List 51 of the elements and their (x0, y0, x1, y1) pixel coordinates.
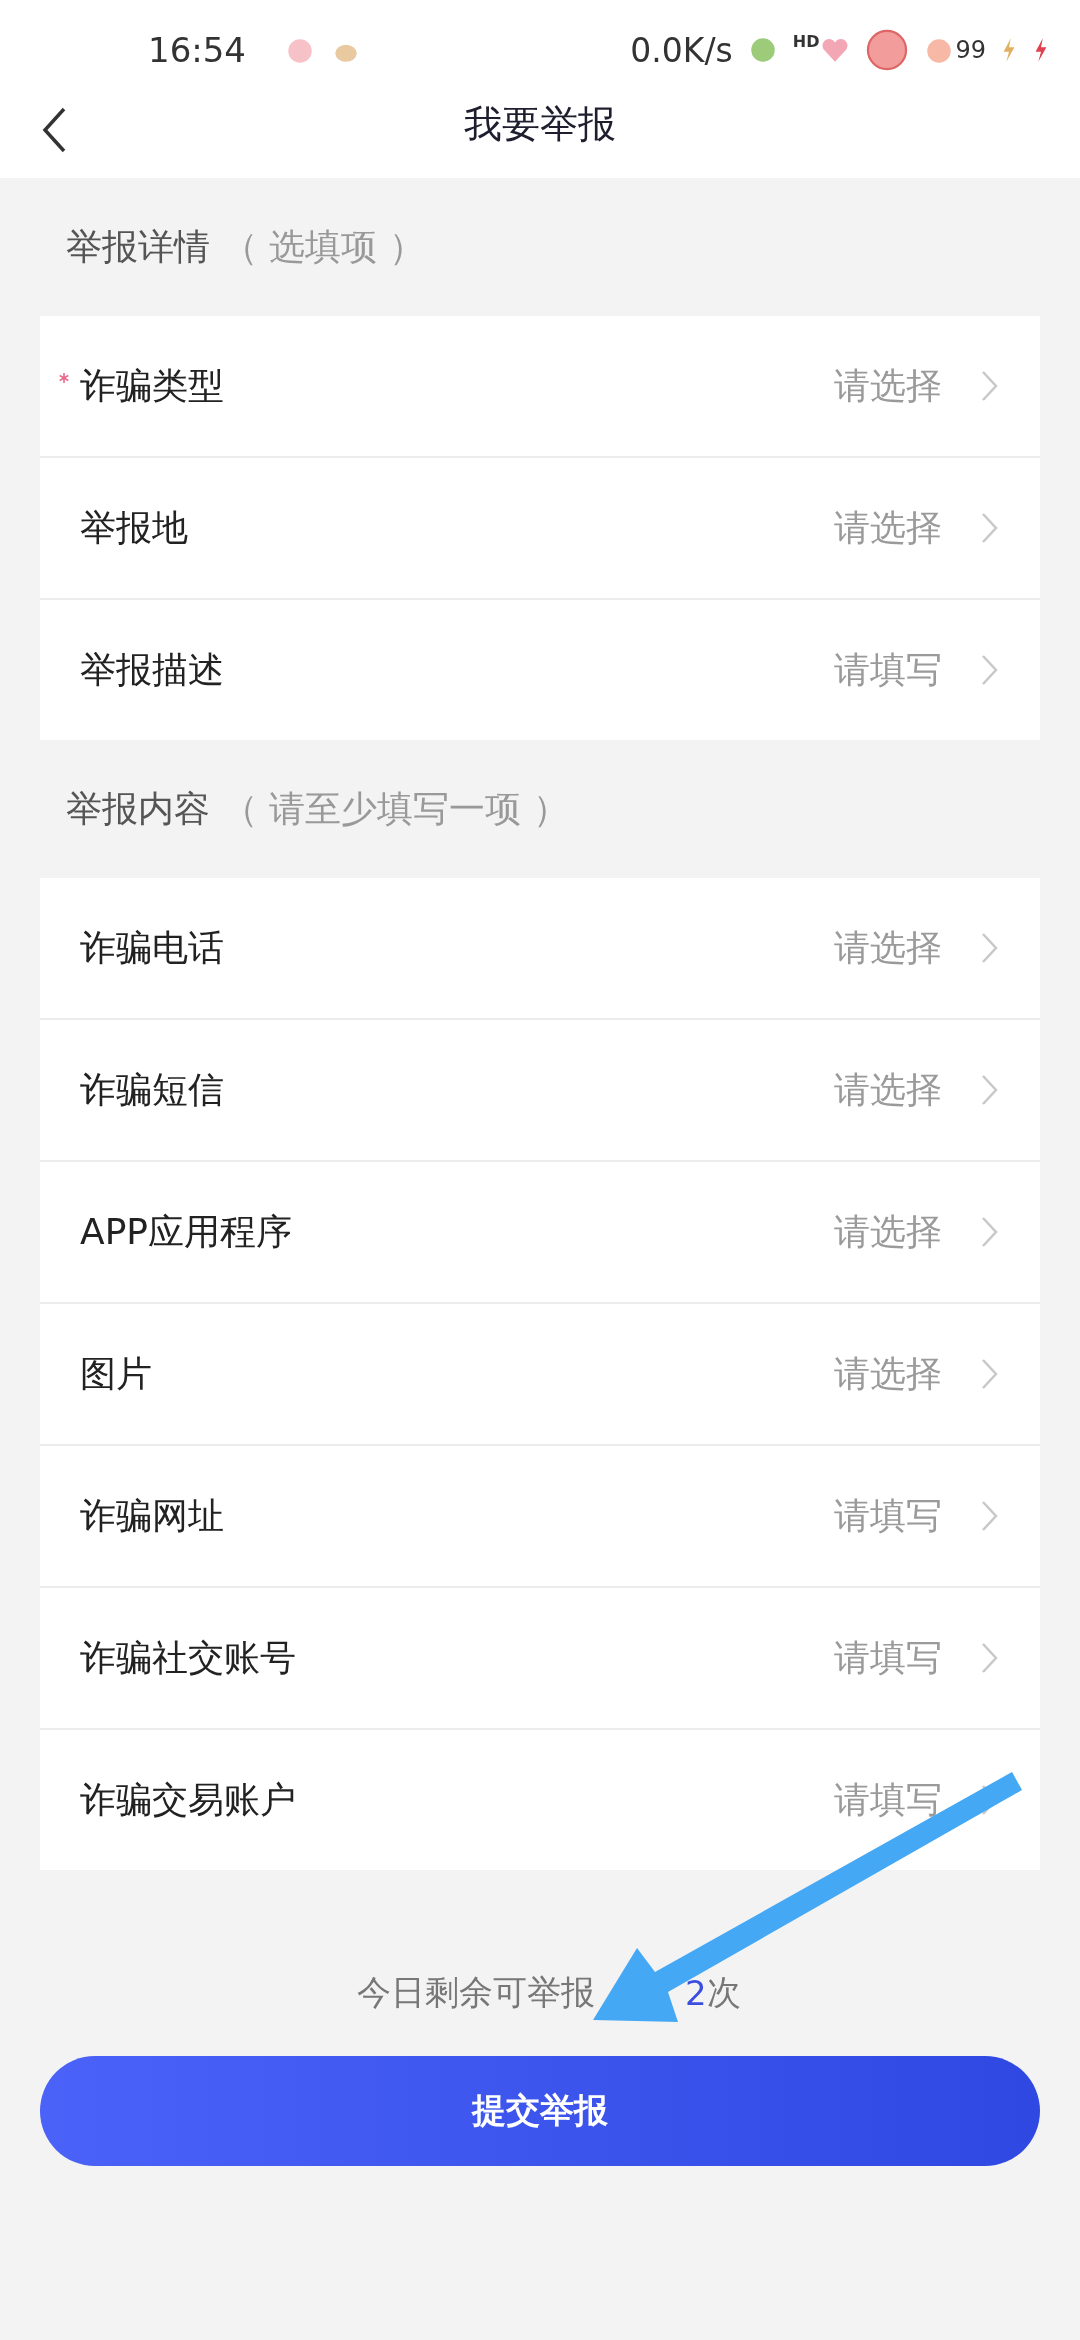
status-time: 16:54 (148, 30, 246, 70)
page-title: 我要举报 (464, 100, 616, 148)
row-placeholder: 请选择 (834, 1209, 942, 1254)
row-label: 诈骗网址 (80, 1493, 225, 1538)
network-speed: 0.0K/s (630, 30, 733, 70)
section-title: 举报详情 (66, 224, 210, 269)
form-row[interactable]: 诈骗类型 请选择 (40, 316, 1040, 458)
row-placeholder: 请选择 (834, 363, 942, 408)
form-row[interactable]: 诈骗短信 请选择 (40, 1020, 1040, 1162)
row-label: 举报描述 (80, 647, 225, 692)
chevron-icon (980, 1215, 1000, 1249)
remaining-count: 2 (685, 1973, 707, 2013)
row-label: 诈骗电话 (80, 925, 225, 970)
form-row[interactable]: 诈骗网址 请填写 (40, 1446, 1040, 1588)
row-label: 举报地 (80, 505, 189, 550)
row-label: 诈骗交易账户 (80, 1777, 297, 1822)
hd-label: HD (792, 32, 820, 51)
chevron-icon (980, 511, 1000, 545)
section-hint: （ 请至少填写一项 ） (222, 786, 569, 831)
chevron-icon (980, 1073, 1000, 1107)
row-placeholder: 请选择 (834, 925, 942, 970)
remaining-unit: 次 (706, 1971, 741, 2014)
row-placeholder: 请填写 (834, 1777, 942, 1822)
row-placeholder: 请填写 (834, 1635, 942, 1680)
chevron-icon (980, 653, 1000, 687)
row-label: 图片 (80, 1351, 153, 1396)
row-label: 诈骗社交账号 (80, 1635, 297, 1680)
remaining-label: 今日剩余可举报 (357, 1971, 595, 2014)
section-title: 举报内容 (66, 786, 210, 831)
chevron-icon (980, 931, 1000, 965)
form-row[interactable]: 诈骗电话 请选择 (40, 878, 1040, 1020)
form-row[interactable]: 举报描述 请填写 (40, 600, 1040, 740)
form-row[interactable]: APP应用程序 请选择 (40, 1162, 1040, 1304)
form-row[interactable]: 举报地 请选择 (40, 458, 1040, 600)
row-label: APP应用程序 (80, 1209, 294, 1254)
row-placeholder: 请选择 (834, 505, 942, 550)
form-row[interactable]: 诈骗社交账号 请填写 (40, 1588, 1040, 1730)
row-placeholder: 请选择 (834, 1067, 942, 1112)
chevron-icon (980, 1641, 1000, 1675)
chevron-icon (980, 1357, 1000, 1391)
row-placeholder: 请填写 (834, 1493, 942, 1538)
form-row[interactable]: 图片 请选择 (40, 1304, 1040, 1446)
submit-button[interactable]: 提交举报 (40, 2056, 1040, 2166)
row-label: 诈骗类型 (80, 363, 225, 408)
row-label: 诈骗短信 (80, 1067, 225, 1112)
chevron-icon (980, 369, 1000, 403)
section-hint: （ 选填项 ） (222, 224, 425, 269)
battery-level: 99 (955, 36, 986, 64)
row-placeholder: 请填写 (834, 647, 942, 692)
chevron-icon (980, 1499, 1000, 1533)
row-placeholder: 请选择 (834, 1351, 942, 1396)
